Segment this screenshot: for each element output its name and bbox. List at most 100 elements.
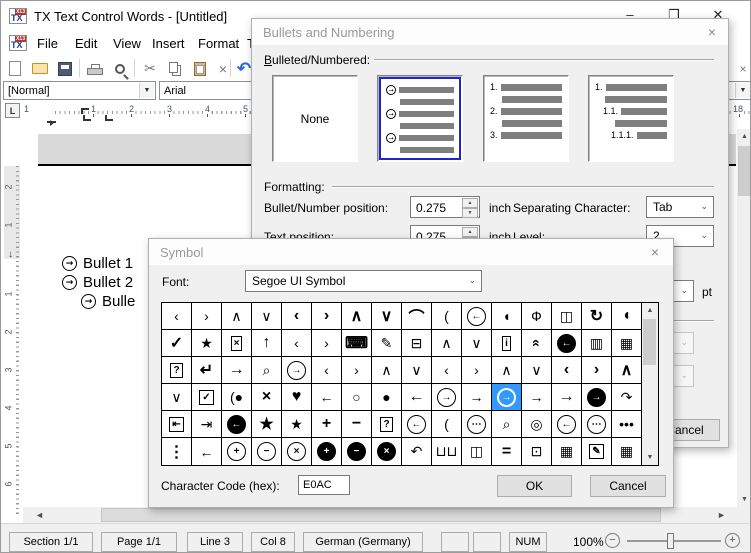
symbol-cell[interactable]: ✎ (582, 438, 612, 465)
symbol-cell[interactable]: ‹ (432, 357, 462, 384)
symbol-cell[interactable]: ◎ (522, 411, 552, 438)
symbol-dialog-titlebar[interactable]: Symbol × (149, 239, 673, 265)
hanging-indent-marker[interactable] (83, 115, 91, 121)
print-preview-button[interactable] (109, 58, 131, 79)
symbol-cell[interactable]: → (462, 384, 492, 411)
symbol-cell[interactable]: ? (162, 357, 192, 384)
spinner-up-icon[interactable]: ▲ (462, 227, 478, 237)
symbol-cell[interactable]: ∨ (252, 303, 282, 330)
symbol-cell[interactable]: ↶ (402, 438, 432, 465)
toolbar-close-button[interactable]: × (732, 58, 751, 79)
document-line-1[interactable]: → Bullet 1 (62, 255, 133, 272)
symbol-cell[interactable]: ⌕ (492, 411, 522, 438)
symbol-cell[interactable]: (● (222, 384, 252, 411)
close-icon[interactable]: × (645, 243, 665, 261)
symbol-cell[interactable]: ( (432, 411, 462, 438)
bullet-style-numbered[interactable]: 1. 2. 3. (483, 75, 569, 162)
symbol-cell[interactable]: ⌕ (252, 357, 282, 384)
symbol-cell[interactable]: × (282, 438, 312, 465)
style-combobox[interactable]: [Normal] ▼ (3, 81, 156, 100)
symbol-cell[interactable]: → (282, 357, 312, 384)
symbol-cell[interactable]: − (252, 438, 282, 465)
symbol-cell[interactable]: → (432, 384, 462, 411)
tab-selector[interactable]: L (5, 103, 20, 118)
spinner-down-icon[interactable]: ▼ (462, 208, 478, 218)
symbol-cell[interactable]: ∧ (342, 303, 372, 330)
symbol-cell[interactable]: − (342, 438, 372, 465)
symbol-cell[interactable]: i (492, 330, 522, 357)
symbol-cell[interactable]: ⊡ (522, 438, 552, 465)
menu-file[interactable]: File (37, 36, 58, 51)
symbol-cell[interactable]: ✓ (192, 384, 222, 411)
symbol-cell[interactable]: ★ (252, 411, 282, 438)
symbol-cell[interactable]: ∧ (432, 330, 462, 357)
symbol-cell[interactable]: › (342, 357, 372, 384)
symbol-cell[interactable]: Ф (522, 303, 552, 330)
symbol-cell[interactable]: ⇤ (162, 411, 192, 438)
menu-view[interactable]: View (113, 36, 141, 51)
symbol-cell[interactable]: → (222, 357, 252, 384)
symbol-cell[interactable]: ← (552, 411, 582, 438)
zoom-out-icon[interactable]: − (605, 533, 620, 548)
symbol-cell[interactable]: + (222, 438, 252, 465)
symbol-cell[interactable]: ‹ (552, 357, 582, 384)
chevron-down-icon[interactable]: ⌄ (700, 201, 708, 212)
symbol-cell[interactable]: → (582, 384, 612, 411)
bullets-dialog-titlebar[interactable]: Bullets and Numbering × (252, 19, 728, 45)
symbol-cell[interactable]: ∧ (612, 357, 642, 384)
symbol-cell[interactable]: ‹ (162, 303, 192, 330)
symbol-cell[interactable]: ⋯ (462, 411, 492, 438)
symbol-cell[interactable]: ← (462, 303, 492, 330)
symbol-cell[interactable]: = (492, 438, 522, 465)
chevron-down-icon[interactable]: ▼ (735, 83, 750, 98)
bullet-style-multilevel[interactable]: 1. 1.1. 1.1.1. (588, 75, 674, 162)
symbol-cell[interactable]: › (582, 357, 612, 384)
symbol-cell[interactable]: ◫ (462, 438, 492, 465)
symbol-cell[interactable]: ∨ (462, 330, 492, 357)
symbol-ok-button[interactable]: OK (497, 475, 572, 497)
scroll-left-icon[interactable]: ◄ (35, 508, 44, 522)
symbol-cell[interactable]: ? (372, 411, 402, 438)
symbol-cell[interactable]: ∨ (162, 384, 192, 411)
symbol-cell[interactable]: ∨ (372, 303, 402, 330)
symbol-cell[interactable]: − (342, 411, 372, 438)
symbol-cell[interactable]: ∨ (402, 357, 432, 384)
cut-button[interactable]: ✂ (139, 58, 161, 79)
symbol-cell[interactable]: ★ (282, 411, 312, 438)
symbol-cell[interactable]: ✓ (162, 330, 192, 357)
symbol-cell-selected[interactable]: → (492, 384, 522, 411)
symbol-cell[interactable]: ∧ (222, 303, 252, 330)
bullet-style-none[interactable]: None (272, 75, 358, 162)
symbol-cell[interactable]: ★ (192, 330, 222, 357)
symbol-cell[interactable]: › (462, 357, 492, 384)
symbol-cell[interactable]: ▦ (612, 330, 642, 357)
chevron-down-icon[interactable]: ⌄ (700, 230, 708, 241)
horizontal-scrollbar[interactable]: ◄ ► (23, 507, 737, 523)
tab-stop-marker[interactable] (105, 115, 113, 121)
symbol-cell[interactable]: ⊔⊔ (432, 438, 462, 465)
first-line-indent-marker[interactable] (81, 108, 89, 114)
symbol-cell[interactable]: ◖ (612, 303, 642, 330)
scroll-down-icon[interactable]: ▼ (642, 454, 658, 461)
symbol-cell[interactable]: ▦ (552, 438, 582, 465)
symbol-cell[interactable]: ( (432, 303, 462, 330)
paste-button[interactable] (189, 58, 211, 79)
symbol-cell[interactable]: ↻ (582, 303, 612, 330)
symbol-cell[interactable]: ← (192, 438, 222, 465)
symbol-cell[interactable]: ⇥ (192, 411, 222, 438)
symbol-cell[interactable]: → (522, 384, 552, 411)
vertical-scrollbar[interactable]: ▲ ▼ (737, 129, 751, 507)
symbol-cell[interactable]: ⋯ (582, 411, 612, 438)
symbol-cell[interactable]: + (312, 411, 342, 438)
chevron-down-icon[interactable]: ⌄ (680, 285, 688, 296)
symbol-cell[interactable]: ∨ (522, 357, 552, 384)
symbol-grid-scrollbar[interactable]: ▲ ▼ (642, 303, 658, 465)
symbol-cell[interactable]: ••• (612, 411, 642, 438)
horizontal-scrollbar-thumb[interactable] (101, 508, 661, 522)
zoom-slider-thumb[interactable] (667, 533, 674, 549)
symbol-cell[interactable]: ∧ (372, 357, 402, 384)
symbol-cell[interactable]: × (372, 438, 402, 465)
open-button[interactable] (29, 58, 51, 79)
symbol-cell[interactable]: ↷ (612, 384, 642, 411)
symbol-cell[interactable]: × (252, 384, 282, 411)
